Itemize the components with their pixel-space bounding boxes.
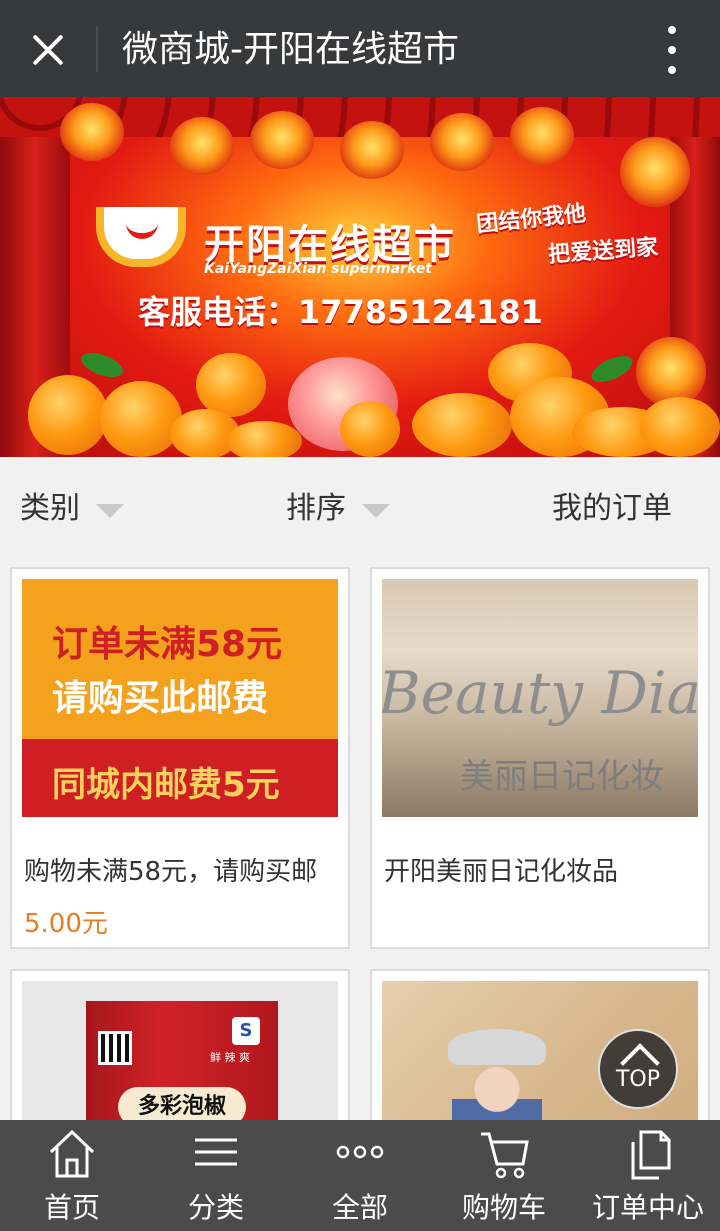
nav-home[interactable]: 首页 bbox=[0, 1120, 144, 1231]
filter-bar: 类别 排序 我的订单 bbox=[0, 457, 720, 557]
product-name[interactable]: 开阳美丽日记化妆品 bbox=[384, 851, 702, 888]
lantern-icon bbox=[636, 337, 706, 407]
promo-banner[interactable]: 开阳在线超市 KaiYangZaiXian supermarket 团结你我他 … bbox=[0, 97, 720, 457]
bottom-nav: 首页 分类 全部 购物车 订单中心 bbox=[0, 1120, 720, 1231]
slogan-line-1: 团结你我他 bbox=[475, 201, 588, 238]
sort-filter[interactable]: 排序 bbox=[286, 489, 346, 529]
lantern-icon bbox=[430, 113, 494, 171]
cart-icon bbox=[481, 1132, 529, 1179]
document-icon bbox=[631, 1130, 671, 1180]
leaf-decoration bbox=[77, 348, 127, 382]
nav-label: 全部 bbox=[331, 1191, 388, 1224]
product-image[interactable]: Beauty Diar 美丽日记化妆 bbox=[382, 579, 698, 817]
product-name[interactable]: 购物未满58元，请购买邮 bbox=[24, 851, 342, 888]
nav-label: 购物车 bbox=[461, 1191, 546, 1224]
lantern-icon bbox=[340, 121, 404, 179]
product-card[interactable]: Beauty Diar 美丽日记化妆 开阳美丽日记化妆品 bbox=[370, 567, 710, 949]
orange-fruit bbox=[100, 381, 182, 457]
product-grid: 订单未满58元 请购买此邮费 同城内邮费5元 购物未满58元，请购买邮 5.00… bbox=[0, 557, 720, 1169]
nav-label: 首页 bbox=[43, 1191, 100, 1224]
nav-category[interactable]: 分类 bbox=[144, 1120, 288, 1231]
hat-illustration bbox=[448, 1029, 546, 1065]
lantern-icon bbox=[60, 103, 124, 161]
close-icon[interactable] bbox=[22, 24, 74, 76]
header-divider bbox=[96, 26, 98, 72]
lantern-icon bbox=[620, 137, 690, 207]
chevron-down-icon[interactable] bbox=[362, 504, 390, 518]
image-text: Beauty Diar bbox=[382, 659, 698, 727]
slogan-line-2: 把爱送到家 bbox=[547, 235, 659, 268]
more-dots-icon bbox=[336, 1145, 384, 1159]
product-card[interactable]: 订单未满58元 请购买此邮费 同城内邮费5元 购物未满58元，请购买邮 5.00… bbox=[10, 567, 350, 949]
page-title: 微商城-开阳在线超市 bbox=[122, 29, 459, 70]
lantern-icon bbox=[170, 117, 234, 175]
orange-fruit bbox=[340, 401, 400, 457]
image-text: 请购买此邮费 bbox=[52, 678, 269, 719]
service-phone: 客服电话：17785124181 bbox=[138, 293, 543, 331]
brand-name-en: KaiYangZaiXian supermarket bbox=[204, 261, 432, 277]
nav-cart[interactable]: 购物车 bbox=[432, 1120, 576, 1231]
product-image[interactable]: 订单未满58元 请购买此邮费 同城内邮费5元 bbox=[22, 579, 338, 817]
home-icon bbox=[49, 1129, 95, 1178]
my-orders-link[interactable]: 我的订单 bbox=[552, 489, 672, 529]
more-vertical-icon[interactable] bbox=[660, 26, 684, 74]
leaf-decoration bbox=[587, 350, 637, 388]
orange-fruit bbox=[28, 375, 108, 455]
orange-fruit bbox=[640, 397, 720, 457]
orange-fruit bbox=[412, 393, 512, 457]
category-filter[interactable]: 类别 bbox=[20, 489, 80, 529]
image-text: 鲜 辣 爽 bbox=[210, 1051, 250, 1064]
quality-badge-icon: S bbox=[232, 1017, 260, 1045]
top-bar: 微商城-开阳在线超市 bbox=[0, 0, 720, 97]
image-text: 美丽日记化妆 bbox=[460, 757, 664, 797]
image-text: 同城内邮费5元 bbox=[52, 765, 280, 805]
nav-all[interactable]: 全部 bbox=[288, 1120, 432, 1231]
top-label: TOP bbox=[615, 1067, 661, 1092]
lantern-icon bbox=[250, 111, 314, 169]
orange-fruit bbox=[196, 353, 266, 417]
menu-icon bbox=[195, 1138, 237, 1166]
chevron-down-icon[interactable] bbox=[96, 504, 124, 518]
back-to-top-button[interactable]: TOP bbox=[598, 1029, 678, 1109]
nav-label: 订单中心 bbox=[591, 1191, 704, 1224]
qr-code-icon bbox=[98, 1031, 132, 1065]
nav-label: 分类 bbox=[187, 1191, 244, 1224]
lantern-icon bbox=[510, 107, 574, 165]
supermarket-logo bbox=[96, 197, 186, 277]
orange-fruit bbox=[226, 421, 302, 457]
product-price: 5.00元 bbox=[24, 909, 108, 939]
image-text: 订单未满58元 bbox=[52, 624, 283, 665]
nav-order-center[interactable]: 订单中心 bbox=[576, 1120, 720, 1231]
